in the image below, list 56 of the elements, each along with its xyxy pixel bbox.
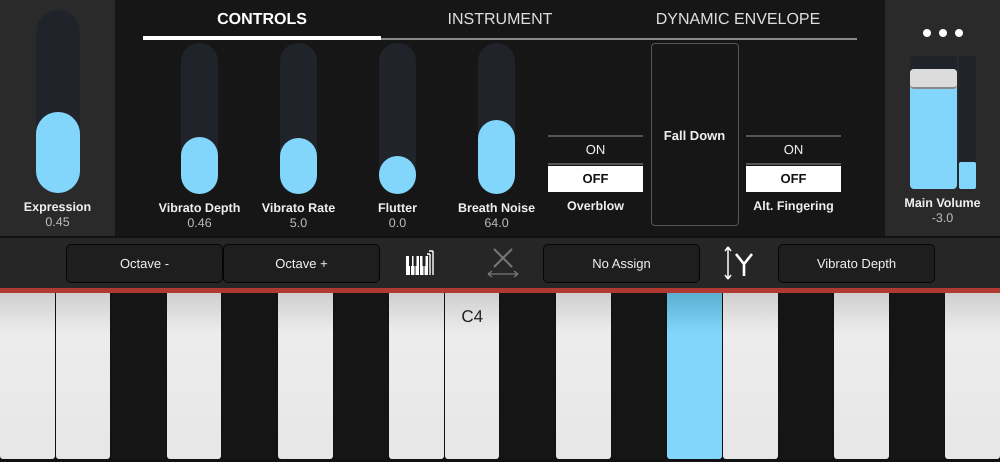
sharp-key[interactable] xyxy=(612,293,666,459)
slider-fill[interactable] xyxy=(379,156,416,194)
x-assign-button[interactable]: No Assign xyxy=(543,244,700,282)
control-label: Breath Noise xyxy=(458,201,536,215)
tab[interactable]: CONTROLS xyxy=(143,0,381,40)
control-label: Main Volume xyxy=(904,196,981,210)
control-value: 0.0 xyxy=(388,216,406,230)
control-value: 0.46 xyxy=(187,216,212,230)
octave-button[interactable]: Octave + xyxy=(223,244,380,282)
natural-key[interactable] xyxy=(945,293,1000,459)
slider-fill[interactable] xyxy=(36,112,80,193)
sharp-key[interactable] xyxy=(111,293,166,459)
control-label: Expression xyxy=(24,200,92,214)
natural-key[interactable] xyxy=(556,293,611,459)
control-value: -3.0 xyxy=(932,211,954,225)
key-label: C4 xyxy=(461,307,484,327)
control-label: Flutter xyxy=(378,201,417,215)
toggle-option[interactable]: OFF xyxy=(548,166,643,192)
natural-key[interactable] xyxy=(56,293,110,459)
more-icon[interactable] xyxy=(920,29,964,37)
natural-key[interactable] xyxy=(166,293,222,459)
slider-fill[interactable] xyxy=(280,138,317,194)
natural-key[interactable]: C4 xyxy=(444,293,500,459)
tab[interactable]: DYNAMIC ENVELOPE xyxy=(619,0,857,40)
tab[interactable]: INSTRUMENT xyxy=(381,0,619,40)
slider-fill[interactable] xyxy=(478,120,515,194)
piano-icon[interactable] xyxy=(405,250,435,276)
slider-fill[interactable] xyxy=(181,136,218,194)
sharp-key[interactable] xyxy=(778,293,834,459)
sharp-key[interactable] xyxy=(890,293,944,459)
slider-track[interactable] xyxy=(280,43,317,194)
natural-key[interactable] xyxy=(667,293,722,459)
natural-key[interactable] xyxy=(278,293,333,459)
control-label: Vibrato Rate xyxy=(262,201,336,215)
natural-key[interactable] xyxy=(389,293,444,459)
octave-button[interactable]: Octave - xyxy=(66,244,223,282)
natural-key[interactable] xyxy=(834,293,889,459)
sharp-key[interactable] xyxy=(500,293,556,459)
control-value: 0.45 xyxy=(45,215,70,229)
slider-track[interactable] xyxy=(478,43,515,194)
slider-track[interactable] xyxy=(181,43,218,194)
sharp-key[interactable] xyxy=(222,293,278,459)
sharp-key[interactable] xyxy=(334,293,388,459)
natural-key[interactable] xyxy=(722,293,778,459)
y-axis-icon[interactable] xyxy=(723,246,755,280)
control-value: 64.0 xyxy=(484,216,509,230)
slider-track[interactable] xyxy=(379,43,416,194)
control-label: Alt. Fingering xyxy=(753,199,834,213)
pad-button[interactable]: Fall Down xyxy=(650,43,738,226)
toggle-option[interactable]: OFF xyxy=(746,166,841,192)
y-assign-button[interactable]: Vibrato Depth xyxy=(778,244,935,282)
control-value: 5.0 xyxy=(290,216,308,230)
natural-key[interactable] xyxy=(0,293,55,459)
slider-track[interactable] xyxy=(36,10,80,193)
control-label: Vibrato Depth xyxy=(158,201,240,215)
control-label: Overblow xyxy=(567,199,624,213)
